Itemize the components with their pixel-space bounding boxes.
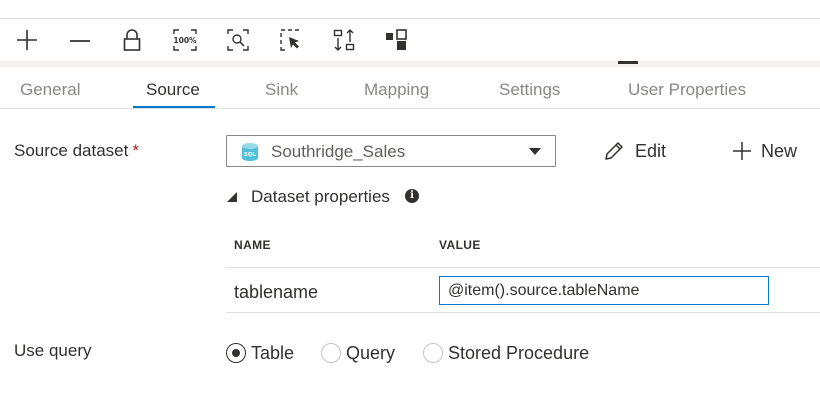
panel-resize-handle[interactable] [618, 61, 638, 64]
auto-align-icon[interactable] [331, 27, 357, 53]
dataset-properties-toggle[interactable]: Dataset properties [227, 185, 390, 209]
activity-tabs: General Source Sink Mapping Settings Use… [0, 67, 820, 109]
source-dataset-dropdown[interactable]: SQL Southridge_Sales [226, 135, 556, 167]
source-dataset-value: Southridge_Sales [271, 142, 406, 161]
radio-stored-procedure-circle [423, 343, 443, 363]
property-name-cell: tablename [234, 282, 319, 302]
collapse-triangle-icon [227, 192, 237, 202]
radio-query-label: Query [346, 342, 396, 363]
tab-user-properties[interactable]: User Properties [628, 67, 746, 109]
active-tab-indicator [133, 106, 215, 108]
radio-table-circle [226, 343, 246, 363]
tab-mapping[interactable]: Mapping [364, 67, 429, 109]
add-icon[interactable] [14, 27, 40, 53]
select-icon[interactable] [278, 27, 304, 53]
layout-icon[interactable] [383, 27, 409, 53]
edit-button-label: Edit [635, 140, 667, 161]
canvas-toolbar: 100% [0, 19, 820, 61]
sql-badge: SQL [244, 152, 257, 158]
pencil-icon [605, 142, 623, 160]
chevron-down-icon [529, 148, 541, 155]
radio-query-circle [321, 343, 341, 363]
use-query-label: Use query [14, 341, 92, 360]
tab-sink[interactable]: Sink [265, 67, 298, 109]
dataset-properties-title: Dataset properties [251, 187, 390, 206]
required-marker: * [132, 141, 139, 160]
table-header-divider [226, 267, 820, 268]
edit-button[interactable]: Edit [603, 138, 666, 164]
tab-general[interactable]: General [20, 67, 80, 109]
lock-icon[interactable] [119, 27, 145, 53]
source-dataset-label-text: Source dataset [14, 141, 129, 160]
remove-icon[interactable] [67, 27, 93, 53]
new-button[interactable]: New [732, 138, 797, 164]
tab-source[interactable]: Source [146, 67, 200, 109]
source-dataset-label: Source dataset * [14, 141, 139, 161]
plus-icon [733, 142, 751, 160]
property-value-input[interactable] [439, 276, 769, 305]
column-header-name: NAME [234, 238, 271, 252]
zoom-to-fit-icon[interactable] [225, 27, 251, 53]
new-button-label: New [761, 140, 798, 161]
radio-stored-procedure-label: Stored Procedure [448, 342, 590, 363]
tab-settings[interactable]: Settings [499, 67, 560, 109]
column-header-value: VALUE [439, 238, 481, 252]
table-row-divider [226, 312, 820, 313]
info-icon[interactable]: i [405, 189, 419, 203]
radio-table-label: Table [251, 342, 295, 363]
radio-table[interactable]: Table [226, 342, 294, 364]
sql-database-icon: SQL [241, 142, 259, 167]
radio-query[interactable]: Query [321, 342, 395, 364]
radio-stored-procedure[interactable]: Stored Procedure [423, 342, 589, 364]
zoom-100-icon[interactable]: 100% [172, 27, 198, 53]
zoom-100-label: 100% [173, 36, 197, 45]
